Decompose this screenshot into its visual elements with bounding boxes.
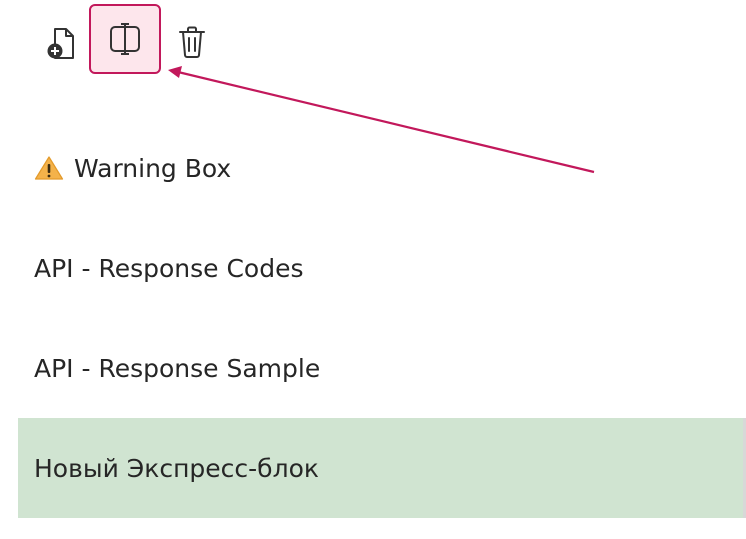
delete-button[interactable]	[172, 22, 212, 62]
list-item-api-response-codes[interactable]: API - Response Codes	[18, 218, 744, 318]
list-item-label: Новый Экспресс-блок	[34, 453, 319, 483]
list-item-warning-box[interactable]: Warning Box	[18, 118, 744, 218]
list-item-label: API - Response Sample	[34, 353, 321, 383]
list-item-express-block[interactable]: Новый Экспресс-блок	[18, 418, 744, 518]
trash-icon	[179, 26, 205, 58]
warning-icon	[34, 155, 64, 181]
new-page-button[interactable]	[42, 24, 82, 64]
file-plus-icon	[47, 28, 74, 59]
split-button[interactable]	[89, 4, 161, 74]
list-item-api-response-sample[interactable]: API - Response Sample	[18, 318, 744, 418]
block-list: Warning Box API - Response Codes API - R…	[18, 118, 744, 518]
toolbar	[0, 0, 746, 90]
split-view-icon	[110, 23, 140, 55]
list-item-label: Warning Box	[74, 153, 232, 183]
list-item-label: API - Response Codes	[34, 253, 304, 283]
